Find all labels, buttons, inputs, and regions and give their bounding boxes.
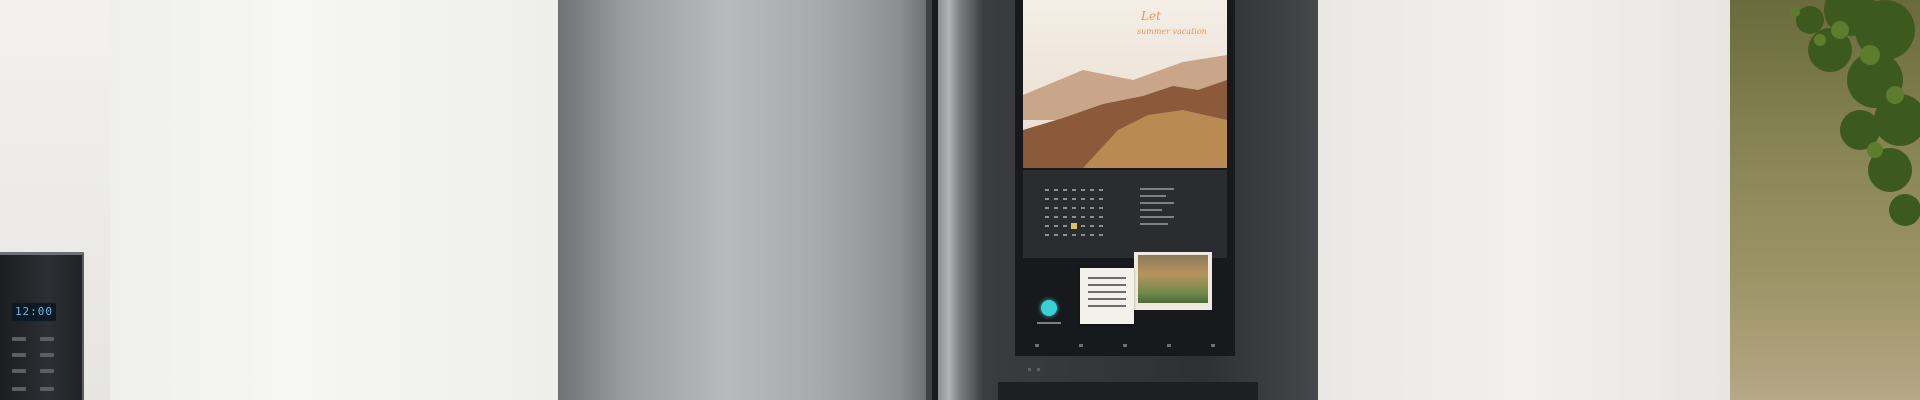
microwave-button (12, 353, 26, 357)
sticky-note (1080, 268, 1134, 324)
photo-overlay-script: Let (1140, 9, 1161, 23)
photo-overlay-script: summer vacation (1137, 27, 1207, 36)
mountain-photo-widget: Let summer vacation (1023, 0, 1227, 168)
microwave-button (40, 387, 54, 391)
microwave-button (40, 369, 54, 373)
calendar-events (1140, 188, 1174, 230)
fridge-handle (938, 0, 960, 400)
screen-nav-bar (1035, 344, 1215, 347)
calendar-grid (1043, 186, 1106, 240)
microwave-button (40, 353, 54, 357)
microwave: 12:00 (0, 252, 84, 400)
center-wall (110, 0, 558, 400)
microwave-button (12, 369, 26, 373)
hanging-plant (1790, 0, 1920, 226)
screen-indicators (1028, 368, 1040, 371)
microwave-display-text: 12:00 (14, 305, 54, 318)
bixby-app-icon (1041, 300, 1057, 316)
house-photo (1138, 255, 1208, 303)
fridge-left-door (558, 0, 930, 400)
fridge-bottom-panel (998, 382, 1258, 400)
app-icon-label (1037, 322, 1061, 324)
microwave-button (12, 337, 26, 341)
microwave-button (12, 387, 26, 391)
right-wall (1315, 0, 1730, 400)
microwave-button (40, 337, 54, 341)
microwave-display: 12:00 (12, 303, 56, 321)
